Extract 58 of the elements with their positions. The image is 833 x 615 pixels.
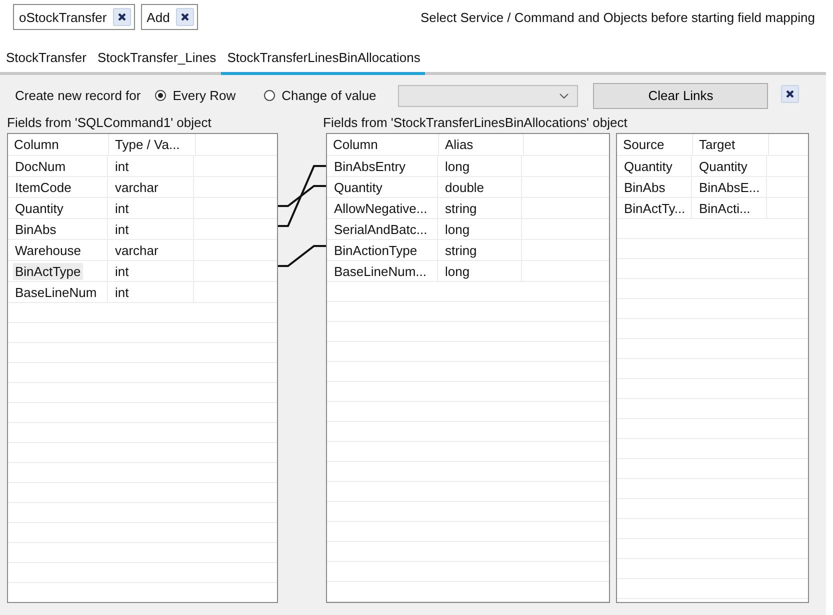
- close-icon: [180, 12, 190, 22]
- column-header[interactable]: Alias: [439, 134, 524, 155]
- table-cell-text: BaseLineNum...: [333, 262, 428, 280]
- radio-icon[interactable]: [154, 90, 166, 101]
- table-cell-text: Warehouse: [14, 242, 82, 258]
- column-header[interactable]: Target: [693, 134, 769, 155]
- close-icon: [785, 89, 796, 99]
- table-cell-text: int: [114, 158, 130, 174]
- table-cell-text: BinAbs: [14, 220, 58, 238]
- close-icon: [116, 12, 127, 22]
- table-cell-text: Quantity: [623, 158, 674, 174]
- table-cell-text: long: [444, 220, 471, 238]
- radio-icon[interactable]: [264, 90, 275, 101]
- table-cell-text: Quantity: [14, 200, 64, 216]
- table-cell-text: Quantity: [698, 158, 748, 174]
- table-cell-text: BinActi...: [698, 200, 752, 216]
- column-header[interactable]: Column: [8, 134, 109, 155]
- tab[interactable]: StockTransfer_Lines: [91, 45, 222, 75]
- table-cell-text: BinAbsE...: [698, 178, 761, 196]
- table-cell-text: double: [444, 178, 486, 196]
- table-cell-text: AllowNegative...: [333, 200, 428, 216]
- table-cell-text: Quantity: [333, 178, 384, 196]
- table-cell-text: BinAbs: [623, 178, 666, 196]
- table-cell-text: long: [444, 158, 471, 174]
- section-title: Fields from 'StockTransferLinesBinAllocations' object: [323, 114, 628, 130]
- table-cell-text: string: [444, 200, 478, 216]
- section-title: Fields from 'SQLCommand1' object: [7, 114, 212, 130]
- table-cell-text: BaseLineNum: [14, 284, 98, 300]
- table-cell-text: int: [114, 200, 130, 216]
- column-header[interactable]: Source: [617, 134, 693, 155]
- table-cell-text: BinAbsEntry: [333, 158, 407, 174]
- remove-button[interactable]: [176, 8, 194, 26]
- table-cell-text: string: [444, 242, 478, 258]
- column-header[interactable]: Column: [327, 134, 439, 155]
- chevron-down-icon: [559, 92, 570, 98]
- close-button[interactable]: [781, 85, 800, 103]
- table-cell-text: int: [114, 284, 130, 300]
- option-label: Create new record for: [15, 88, 141, 103]
- instruction-text: Select Service / Command and Objects before starting field mapping: [420, 10, 815, 24]
- table-cell-text: int: [114, 262, 130, 280]
- table-cell-text: long: [444, 262, 471, 280]
- tab[interactable]: StockTransfer: [0, 45, 92, 75]
- object-field[interactable]: Add: [140, 4, 198, 30]
- radio-option[interactable]: Change of value: [264, 88, 376, 103]
- table-cell-text: varchar: [114, 242, 160, 258]
- clear-links-button[interactable]: Clear Links: [593, 82, 768, 108]
- table-cell-text: varchar: [114, 178, 160, 196]
- object-field[interactable]: oStockTransfer: [13, 4, 135, 30]
- table-cell-text: SerialAndBatc...: [333, 220, 428, 238]
- table-cell-text: BinActTy...: [623, 200, 686, 216]
- column-header[interactable]: Type / Va...: [109, 134, 196, 155]
- table-cell-text: ItemCode: [14, 178, 72, 196]
- table-cell: BinActType: [13, 262, 83, 280]
- radio-option[interactable]: Every Row: [154, 88, 236, 103]
- table-cell-text: int: [114, 220, 130, 238]
- remove-button[interactable]: [112, 8, 131, 26]
- table-cell-text: DocNum: [14, 158, 67, 174]
- table-cell-text: BinActionType: [333, 242, 418, 258]
